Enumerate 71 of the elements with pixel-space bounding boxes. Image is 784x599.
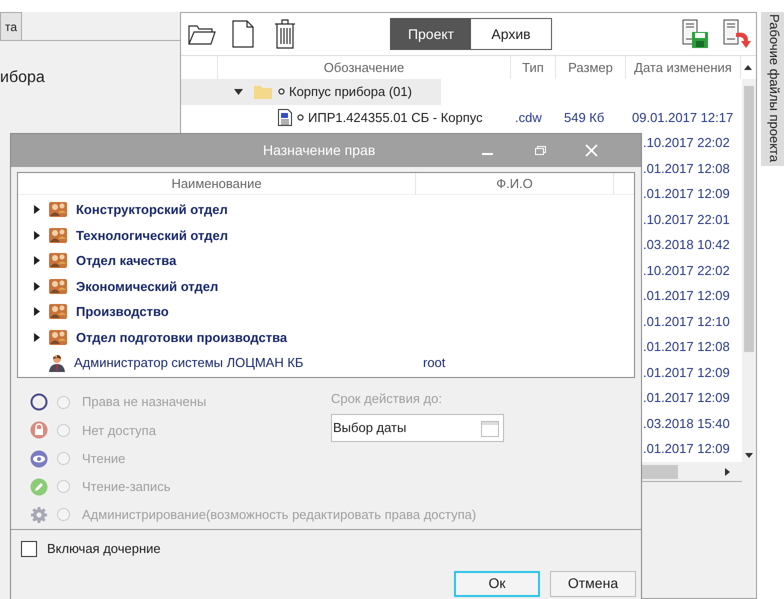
panel-title: ибора (0, 68, 46, 88)
expand-caret-icon[interactable] (34, 230, 40, 240)
department-name[interactable]: Технологический отдел (76, 226, 228, 245)
dialog-title: Назначение прав (263, 141, 376, 160)
pencil-icon (30, 478, 48, 496)
table-cell-text: 549 Кб (563, 108, 606, 126)
department-name[interactable]: Экономический отдел (76, 276, 218, 296)
scroll-down-arrow-icon[interactable] (745, 452, 753, 458)
table-cell-text: 09.01.2017 12:17 (631, 108, 734, 126)
table-cell-text: .cdw (514, 108, 543, 126)
table-cell-text: .10.2017 22:02 (643, 134, 730, 152)
horizontal-scrollbar[interactable] (642, 462, 742, 482)
department-name[interactable]: Отдел качества (76, 251, 176, 270)
table-cell-text: .10.2017 22:02 (643, 262, 730, 280)
table-cell-text: .03.2018 15:40 (643, 414, 730, 432)
circle-icon (297, 114, 304, 121)
scroll-right-arrow-icon[interactable] (725, 468, 730, 476)
users-icon (49, 201, 67, 218)
date-field[interactable]: Выбор даты (331, 414, 504, 442)
maximize-icon[interactable] (535, 146, 546, 155)
users-icon (49, 328, 67, 346)
table-cell-text: .03.2018 10:42 (643, 236, 730, 254)
table-cell-text: .01.2017 12:10 (643, 312, 730, 330)
field-label: Срок действия до: (331, 391, 443, 407)
department-name[interactable]: Производство (76, 302, 169, 322)
dialog-button[interactable]: Ок (454, 570, 540, 596)
table-cell-text: .01.2017 12:09 (643, 364, 730, 382)
login-name: root (423, 354, 446, 372)
expand-caret-icon[interactable] (34, 282, 40, 291)
circle-icon (278, 88, 285, 96)
save-to-server-icon[interactable] (680, 19, 710, 49)
drawing-file-icon (278, 108, 292, 126)
table-cell-text: .01.2017 12:09 (643, 389, 730, 407)
file-name[interactable]: ИПР1.424355.01 СБ - Корпус (308, 108, 483, 127)
checkbox-label[interactable]: Включая дочерние (47, 539, 161, 558)
department-name[interactable]: Отдел подготовки производства (76, 328, 288, 347)
gear-icon (30, 506, 48, 524)
column-header[interactable]: Наименование (18, 173, 416, 194)
dialog-button[interactable]: Отмена (550, 570, 636, 596)
users-icon (49, 252, 67, 270)
expand-caret-icon[interactable] (34, 205, 40, 214)
view-tab[interactable]: Проект (391, 19, 471, 49)
users-icon (49, 226, 67, 244)
table-cell-text: .01.2017 12:09 (643, 185, 730, 203)
table-cell-text: .01.2017 12:09 (643, 287, 730, 305)
table-cell-text: .01.2017 12:09 (643, 440, 730, 458)
trash-icon[interactable] (274, 19, 296, 49)
person-icon (49, 354, 65, 372)
sort-arrow-icon (744, 65, 752, 70)
table-cell-text: .01.2017 12:08 (643, 338, 730, 356)
eye-icon (30, 450, 48, 468)
download-from-server-icon[interactable] (722, 19, 752, 49)
table-cell-text: .10.2017 22:01 (643, 210, 730, 228)
column-header[interactable]: Ф.И.О (416, 173, 614, 194)
expand-caret-icon[interactable] (34, 256, 40, 266)
checkbox[interactable] (21, 540, 37, 557)
caret-icon[interactable] (234, 88, 243, 95)
lock-icon (30, 421, 48, 440)
side-tab[interactable]: Рабочие файлы проекта (761, 12, 784, 166)
user-name[interactable]: Администратор системы ЛОЦМАН КБ (74, 353, 304, 372)
panel-tab[interactable]: та (0, 12, 22, 40)
table-cell-text: .01.2017 12:08 (643, 160, 730, 178)
expand-caret-icon[interactable] (34, 307, 40, 316)
department-name[interactable]: Конструкторский отдел (76, 200, 228, 220)
expand-caret-icon[interactable] (34, 332, 40, 342)
folder-icon (254, 84, 272, 99)
users-icon (49, 303, 67, 320)
users-icon (49, 278, 67, 295)
new-document-icon[interactable] (232, 20, 254, 48)
close-icon[interactable] (585, 144, 598, 157)
empty-circle-icon (30, 393, 48, 412)
